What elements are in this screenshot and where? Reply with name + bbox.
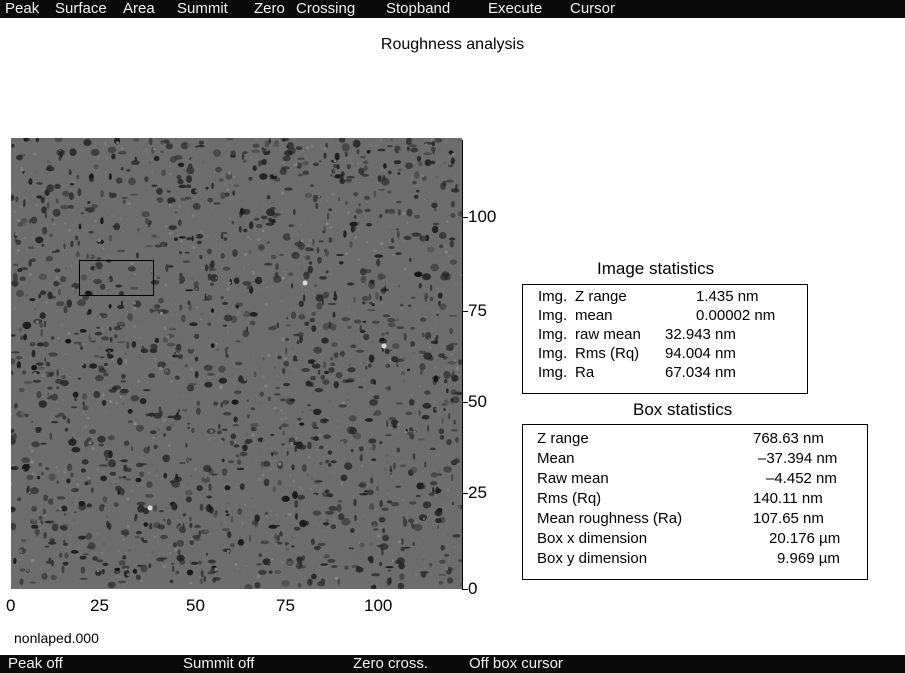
x-tick-label: 25 <box>90 596 109 615</box>
menu-summit[interactable]: Summit <box>177 0 228 18</box>
stat-label: Rms (Rq) <box>537 490 602 507</box>
y-tick-label: 100 <box>468 207 497 226</box>
stat-label: mean <box>575 307 613 324</box>
y-tick-label: 50 <box>468 392 487 411</box>
image-statistics-panel: Img. Z range 1.435 nm Img. mean 0.00002 … <box>522 284 808 394</box>
menu-area[interactable]: Area <box>123 0 155 18</box>
stat-row: Img. raw mean 32.943 nm <box>523 326 807 344</box>
image-statistics-title: Image statistics <box>597 259 715 278</box>
stat-value: 9.969 µm <box>777 550 840 567</box>
stat-row: Rms (Rq) 140.11 nm <box>523 490 867 508</box>
stat-prefix: Img. <box>538 345 568 362</box>
stat-row: Mean –37.394 nm <box>523 450 867 468</box>
stat-label: Box y dimension <box>537 550 648 567</box>
stat-label: Z range <box>575 288 627 305</box>
surface-texture <box>11 138 462 589</box>
stat-value: 32.943 nm <box>665 326 736 343</box>
stat-label: Mean <box>537 450 575 467</box>
stat-prefix: Img. <box>538 307 568 324</box>
menu-surface[interactable]: Surface <box>55 0 107 18</box>
stat-value: 94.004 nm <box>665 345 736 362</box>
stat-row: Img. Z range 1.435 nm <box>523 288 807 306</box>
stat-row: Raw mean –4.452 nm <box>523 470 867 488</box>
stat-label: Box x dimension <box>537 530 648 547</box>
menu-zero[interactable]: Zero <box>254 0 285 18</box>
stat-row: Img. Ra 67.034 nm <box>523 364 807 382</box>
menu-stopband[interactable]: Stopband <box>386 0 450 18</box>
peak-off-toggle[interactable]: Peak off <box>8 655 63 673</box>
filename-label: nonlaped.000 <box>14 630 99 646</box>
x-tick-label: 75 <box>276 596 295 615</box>
menu-crossing[interactable]: Crossing <box>296 0 355 18</box>
stat-row: Img. Rms (Rq) 94.004 nm <box>523 345 807 363</box>
menu-peak[interactable]: Peak <box>5 0 39 18</box>
stat-row: Box x dimension 20.176 µm <box>523 530 867 548</box>
stat-prefix: Img. <box>538 288 568 305</box>
x-tick-label: 0 <box>6 596 16 615</box>
x-tick-label: 100 <box>364 596 393 615</box>
stat-value: 107.65 nm <box>753 510 824 527</box>
stat-value: 0.00002 nm <box>696 307 776 324</box>
stat-value: –4.452 nm <box>766 470 837 487</box>
menu-execute[interactable]: Execute <box>488 0 542 18</box>
stat-value: 768.63 nm <box>753 430 824 447</box>
stat-value: 1.435 nm <box>696 288 759 305</box>
menu-bar: Peak Surface Area Summit Zero Crossing S… <box>0 0 905 18</box>
box-statistics-title: Box statistics <box>633 400 733 419</box>
y-tick-label: 25 <box>468 483 487 502</box>
x-tick-label: 50 <box>186 596 205 615</box>
y-axis-line <box>462 140 463 590</box>
y-tick-label: 0 <box>468 579 478 598</box>
stat-value: 20.176 µm <box>769 530 841 547</box>
stat-label: Rms (Rq) <box>575 345 640 362</box>
stat-label: Raw mean <box>537 470 609 487</box>
stat-prefix: Img. <box>538 326 568 343</box>
menu-cursor[interactable]: Cursor <box>570 0 615 18</box>
stat-row: Img. mean 0.00002 nm <box>523 307 807 325</box>
stat-value: 67.034 nm <box>665 364 736 381</box>
stat-value: –37.394 nm <box>758 450 838 467</box>
stat-label: Mean roughness (Ra) <box>537 510 683 527</box>
stat-label: Ra <box>575 364 595 381</box>
stat-row: Z range 768.63 nm <box>523 430 867 448</box>
surface-image[interactable] <box>11 138 462 589</box>
box-statistics-panel: Z range 768.63 nm Mean –37.394 nm Raw me… <box>522 424 868 580</box>
stat-row: Mean roughness (Ra) 107.65 nm <box>523 510 867 528</box>
box-cursor-toggle[interactable]: Off box cursor <box>469 655 563 673</box>
stat-row: Box y dimension 9.969 µm <box>523 550 867 568</box>
stat-value: 140.11 nm <box>753 490 823 507</box>
zero-cross-toggle[interactable]: Zero cross. <box>353 655 428 673</box>
page-title: Roughness analysis <box>380 36 525 53</box>
stat-label: Z range <box>537 430 589 447</box>
selection-box-cursor[interactable] <box>79 260 154 296</box>
status-bar: Peak off Summit off Zero cross. Off box … <box>0 655 905 673</box>
summit-off-toggle[interactable]: Summit off <box>183 655 254 673</box>
stat-prefix: Img. <box>538 364 568 381</box>
stat-label: raw mean <box>575 326 641 343</box>
y-tick-label: 75 <box>468 301 487 320</box>
